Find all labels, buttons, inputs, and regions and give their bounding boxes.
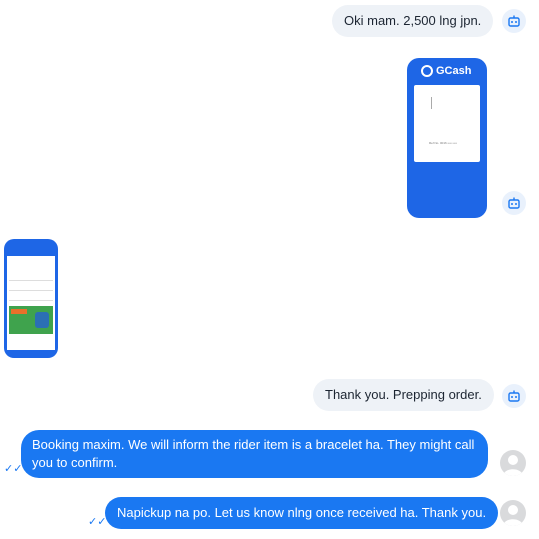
receipt-text: Ref No. 0016 •••• •••• — [429, 141, 457, 145]
message-text: Thank you. Prepping order. — [325, 387, 482, 402]
gcash-label: GCash — [436, 65, 472, 77]
message-text: Oki mam. 2,500 lng jpn. — [344, 13, 482, 28]
gcash-logo: GCash — [421, 64, 471, 78]
screenshot-screen — [7, 256, 55, 350]
read-check-icon: ✓✓ — [4, 462, 23, 475]
bot-icon — [502, 9, 526, 33]
message-bubble[interactable]: Oki mam. 2,500 lng jpn. — [332, 5, 494, 37]
avatar[interactable] — [500, 450, 526, 476]
gcash-logo-icon — [421, 65, 433, 77]
receipt-divider — [431, 97, 432, 109]
message-bubble[interactable]: Booking maxim. We will inform the rider … — [21, 430, 488, 478]
message-bubble[interactable]: Napickup na po. Let us know nlng once re… — [105, 497, 499, 529]
message-text: Napickup na po. Let us know nlng once re… — [117, 505, 487, 520]
bot-icon — [502, 384, 526, 408]
message-text: Booking maxim. We will inform the rider … — [32, 437, 475, 470]
screenshot-image[interactable] — [4, 239, 58, 358]
receipt-panel: Ref No. 0016 •••• •••• — [414, 85, 480, 162]
message-bubble[interactable]: Thank you. Prepping order. — [313, 379, 494, 411]
bot-icon — [502, 191, 526, 215]
avatar[interactable] — [500, 500, 526, 526]
read-check-icon: ✓✓ — [88, 515, 107, 528]
screenshot-banner — [9, 306, 53, 334]
gcash-receipt-image[interactable]: GCash Ref No. 0016 •••• •••• — [407, 58, 487, 218]
